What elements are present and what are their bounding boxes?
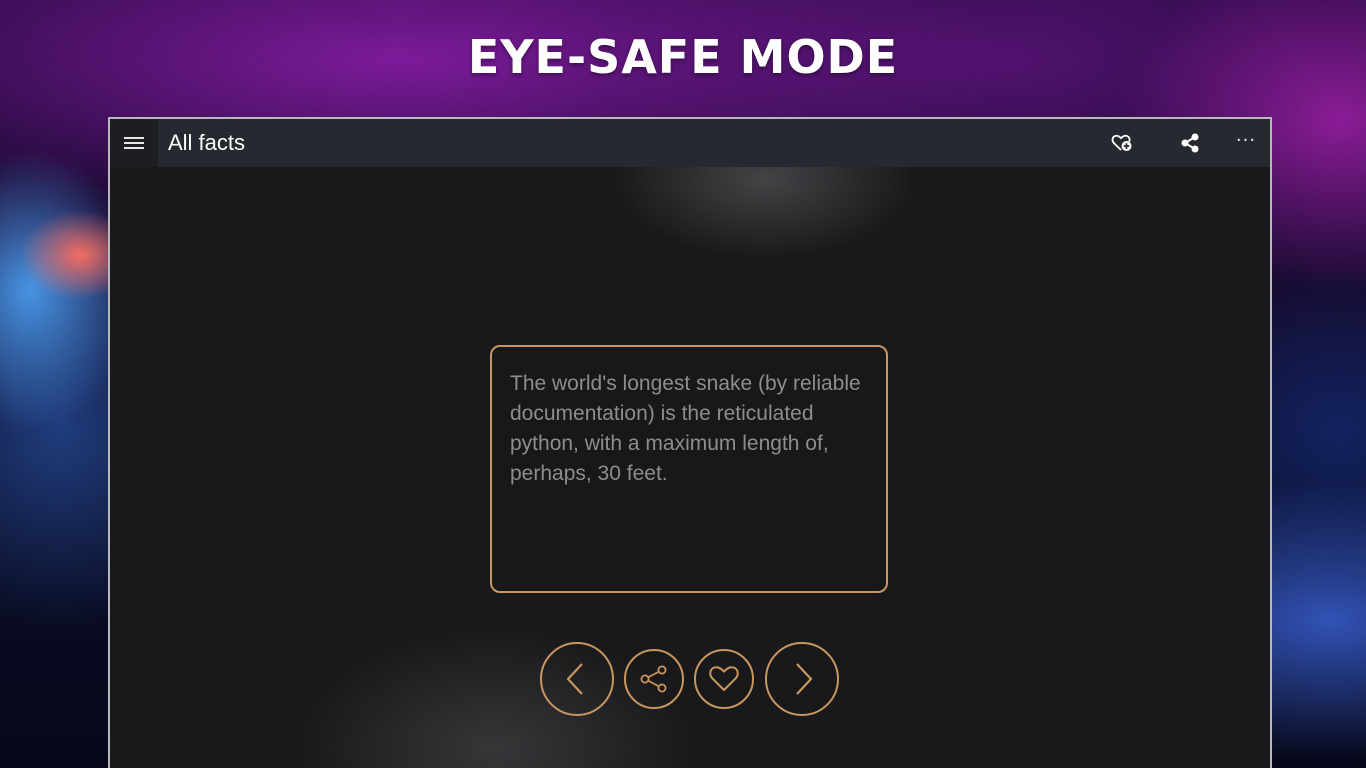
add-to-favorites-button[interactable] (1098, 119, 1146, 167)
heart-icon (709, 666, 739, 691)
chevron-left-icon (566, 663, 583, 695)
heart-plus-icon (1111, 134, 1132, 151)
fact-text: The world's longest snake (by reliable d… (510, 372, 861, 485)
page-title: All facts (168, 130, 246, 155)
next-fact-button[interactable] (765, 642, 839, 716)
share-button[interactable] (1166, 119, 1214, 167)
top-app-bar: All facts ··· (110, 119, 1270, 167)
more-options-button[interactable]: ··· (1222, 119, 1270, 167)
promo-title: EYE-SAFE MODE (467, 30, 899, 84)
previous-fact-button[interactable] (540, 642, 614, 716)
hamburger-menu-icon (124, 137, 144, 149)
app-window: All facts ··· The world's longest snake … (108, 117, 1272, 768)
favorite-fact-button[interactable] (694, 649, 754, 709)
fact-card: The world's longest snake (by reliable d… (490, 345, 888, 593)
share-icon (1181, 133, 1199, 153)
menu-button[interactable] (110, 119, 158, 167)
chevron-right-icon (796, 663, 813, 695)
share-fact-button[interactable] (624, 649, 684, 709)
share-icon (640, 665, 667, 693)
